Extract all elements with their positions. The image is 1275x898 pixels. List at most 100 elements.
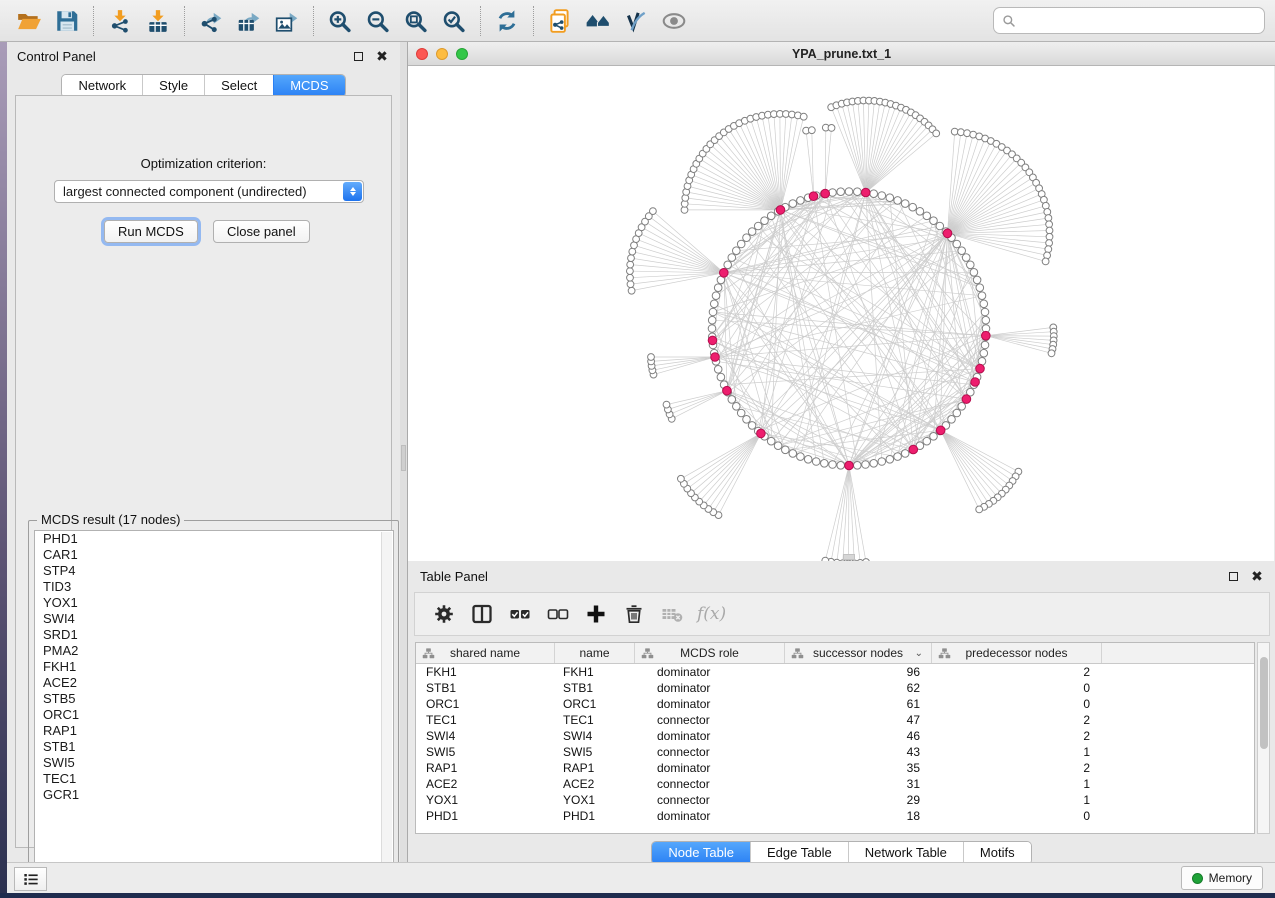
table-row[interactable]: RAP1RAP1dominator352 xyxy=(416,760,1254,776)
mcds-result-item[interactable]: PHD1 xyxy=(35,531,393,547)
cell-shared_name: SWI5 xyxy=(416,745,555,759)
mcds-result-item[interactable]: SWI5 xyxy=(35,755,393,771)
cell-name: FKH1 xyxy=(555,665,635,679)
table-row[interactable]: PHD1PHD1dominator180 xyxy=(416,808,1254,824)
import-table-button[interactable] xyxy=(139,4,177,38)
namespace-tree-icon xyxy=(422,647,435,660)
mcds-list-scrollbar[interactable] xyxy=(381,532,392,886)
criterion-select[interactable]: largest connected component (undirected) xyxy=(54,180,364,203)
new-network-from-selection-button[interactable] xyxy=(541,4,579,38)
split-columns-icon xyxy=(470,602,494,626)
mcds-result-item[interactable]: YOX1 xyxy=(35,595,393,611)
mcds-result-item[interactable]: SWI4 xyxy=(35,611,393,627)
scrollbar-thumb[interactable] xyxy=(1260,657,1268,749)
table-row[interactable]: ORC1ORC1dominator610 xyxy=(416,696,1254,712)
cell-predecessor_nodes: 2 xyxy=(932,713,1102,727)
mcds-result-item[interactable]: GCR1 xyxy=(35,787,393,803)
tab-style[interactable]: Style xyxy=(142,75,204,97)
column-header-name[interactable]: name xyxy=(555,643,635,663)
zoom-fit-button[interactable] xyxy=(397,4,435,38)
tab-edge-table[interactable]: Edge Table xyxy=(750,842,848,864)
mcds-result-item[interactable]: PMA2 xyxy=(35,643,393,659)
mcds-result-item[interactable]: CAR1 xyxy=(35,547,393,563)
cell-mcds_role: dominator xyxy=(635,681,785,695)
open-file-icon xyxy=(16,8,42,34)
zoom-out-button[interactable] xyxy=(359,4,397,38)
network-canvas[interactable] xyxy=(408,66,1274,561)
search-icon xyxy=(1002,14,1016,28)
cell-successor_nodes: 18 xyxy=(785,809,932,823)
table-row[interactable]: SWI5SWI5connector431 xyxy=(416,744,1254,760)
mcds-result-item[interactable]: STP4 xyxy=(35,563,393,579)
refresh-view-button[interactable] xyxy=(488,4,526,38)
export-table-button[interactable] xyxy=(230,4,268,38)
split-columns-button[interactable] xyxy=(467,599,497,629)
search-box[interactable] xyxy=(993,7,1265,34)
mcds-result-item[interactable]: ORC1 xyxy=(35,707,393,723)
splitter-grip[interactable] xyxy=(401,445,406,471)
import-network-icon xyxy=(107,8,133,34)
mcds-result-item[interactable]: RAP1 xyxy=(35,723,393,739)
mcds-result-list[interactable]: PHD1CAR1STP4TID3YOX1SWI4SRD1PMA2FKH1ACE2… xyxy=(34,530,394,886)
node-table[interactable]: shared namenameMCDS rolesuccessor nodes⌄… xyxy=(415,642,1255,834)
delete-column-button[interactable] xyxy=(619,599,649,629)
sort-desc-icon: ⌄ xyxy=(915,648,923,659)
mcds-result-item[interactable]: SRD1 xyxy=(35,627,393,643)
tab-mcds[interactable]: MCDS xyxy=(273,75,344,97)
delete-column-icon xyxy=(622,602,646,626)
float-table-panel-icon[interactable] xyxy=(1225,568,1241,584)
column-header-MCDS-role[interactable]: MCDS role xyxy=(635,643,785,663)
import-network-button[interactable] xyxy=(101,4,139,38)
table-row[interactable]: ACE2ACE2connector311 xyxy=(416,776,1254,792)
save-session-button[interactable] xyxy=(48,4,86,38)
tab-network[interactable]: Network xyxy=(62,75,142,97)
main-toolbar xyxy=(0,0,1275,42)
gear-button[interactable] xyxy=(429,599,459,629)
mcds-result-item[interactable]: FKH1 xyxy=(35,659,393,675)
vertical-splitter[interactable] xyxy=(400,42,407,862)
mcds-result-item[interactable]: STB5 xyxy=(35,691,393,707)
horizontal-splitter-grip[interactable] xyxy=(843,554,855,560)
table-row[interactable]: SWI4SWI4dominator462 xyxy=(416,728,1254,744)
network-window-titlebar[interactable]: YPA_prune.txt_1 xyxy=(408,42,1275,66)
binoculars-find-button[interactable] xyxy=(579,4,617,38)
run-mcds-button[interactable]: Run MCDS xyxy=(104,220,198,243)
cell-shared_name: YOX1 xyxy=(416,793,555,807)
export-image-button[interactable] xyxy=(268,4,306,38)
cell-successor_nodes: 43 xyxy=(785,745,932,759)
search-input[interactable] xyxy=(1022,13,1256,28)
table-scrollbar[interactable] xyxy=(1257,642,1270,834)
task-history-button[interactable] xyxy=(14,867,47,891)
unselect-all-checks-button[interactable] xyxy=(543,599,573,629)
close-panel-icon[interactable]: ✖ xyxy=(374,48,390,64)
float-panel-icon[interactable] xyxy=(350,48,366,64)
add-column-button[interactable] xyxy=(581,599,611,629)
column-header-shared-name[interactable]: shared name xyxy=(416,643,555,663)
tab-select[interactable]: Select xyxy=(204,75,273,97)
tab-motifs[interactable]: Motifs xyxy=(963,842,1031,864)
table-row[interactable]: FKH1FKH1dominator962 xyxy=(416,664,1254,680)
mcds-result-item[interactable]: TEC1 xyxy=(35,771,393,787)
mcds-result-item[interactable]: TID3 xyxy=(35,579,393,595)
tab-node-table[interactable]: Node Table xyxy=(652,842,750,864)
table-row[interactable]: TEC1TEC1connector472 xyxy=(416,712,1254,728)
column-header-predecessor-nodes[interactable]: predecessor nodes xyxy=(932,643,1102,663)
memory-button[interactable]: Memory xyxy=(1181,866,1263,890)
select-stepper-icon xyxy=(343,182,362,201)
zoom-in-button[interactable] xyxy=(321,4,359,38)
zoom-selected-button[interactable] xyxy=(435,4,473,38)
table-row[interactable]: YOX1YOX1connector291 xyxy=(416,792,1254,808)
column-header-successor-nodes[interactable]: successor nodes⌄ xyxy=(785,643,932,663)
mcds-result-item[interactable]: ACE2 xyxy=(35,675,393,691)
list-icon xyxy=(21,869,41,889)
export-network-button[interactable] xyxy=(192,4,230,38)
eye-disabled-button[interactable] xyxy=(655,4,693,38)
close-panel-button[interactable]: Close panel xyxy=(213,220,310,243)
close-table-panel-icon[interactable]: ✖ xyxy=(1249,568,1265,584)
toggle-visibility-button[interactable] xyxy=(617,4,655,38)
mcds-result-item[interactable]: STB1 xyxy=(35,739,393,755)
open-file-button[interactable] xyxy=(10,4,48,38)
table-row[interactable]: STB1STB1dominator620 xyxy=(416,680,1254,696)
tab-network-table[interactable]: Network Table xyxy=(848,842,963,864)
select-all-checks-button[interactable] xyxy=(505,599,535,629)
